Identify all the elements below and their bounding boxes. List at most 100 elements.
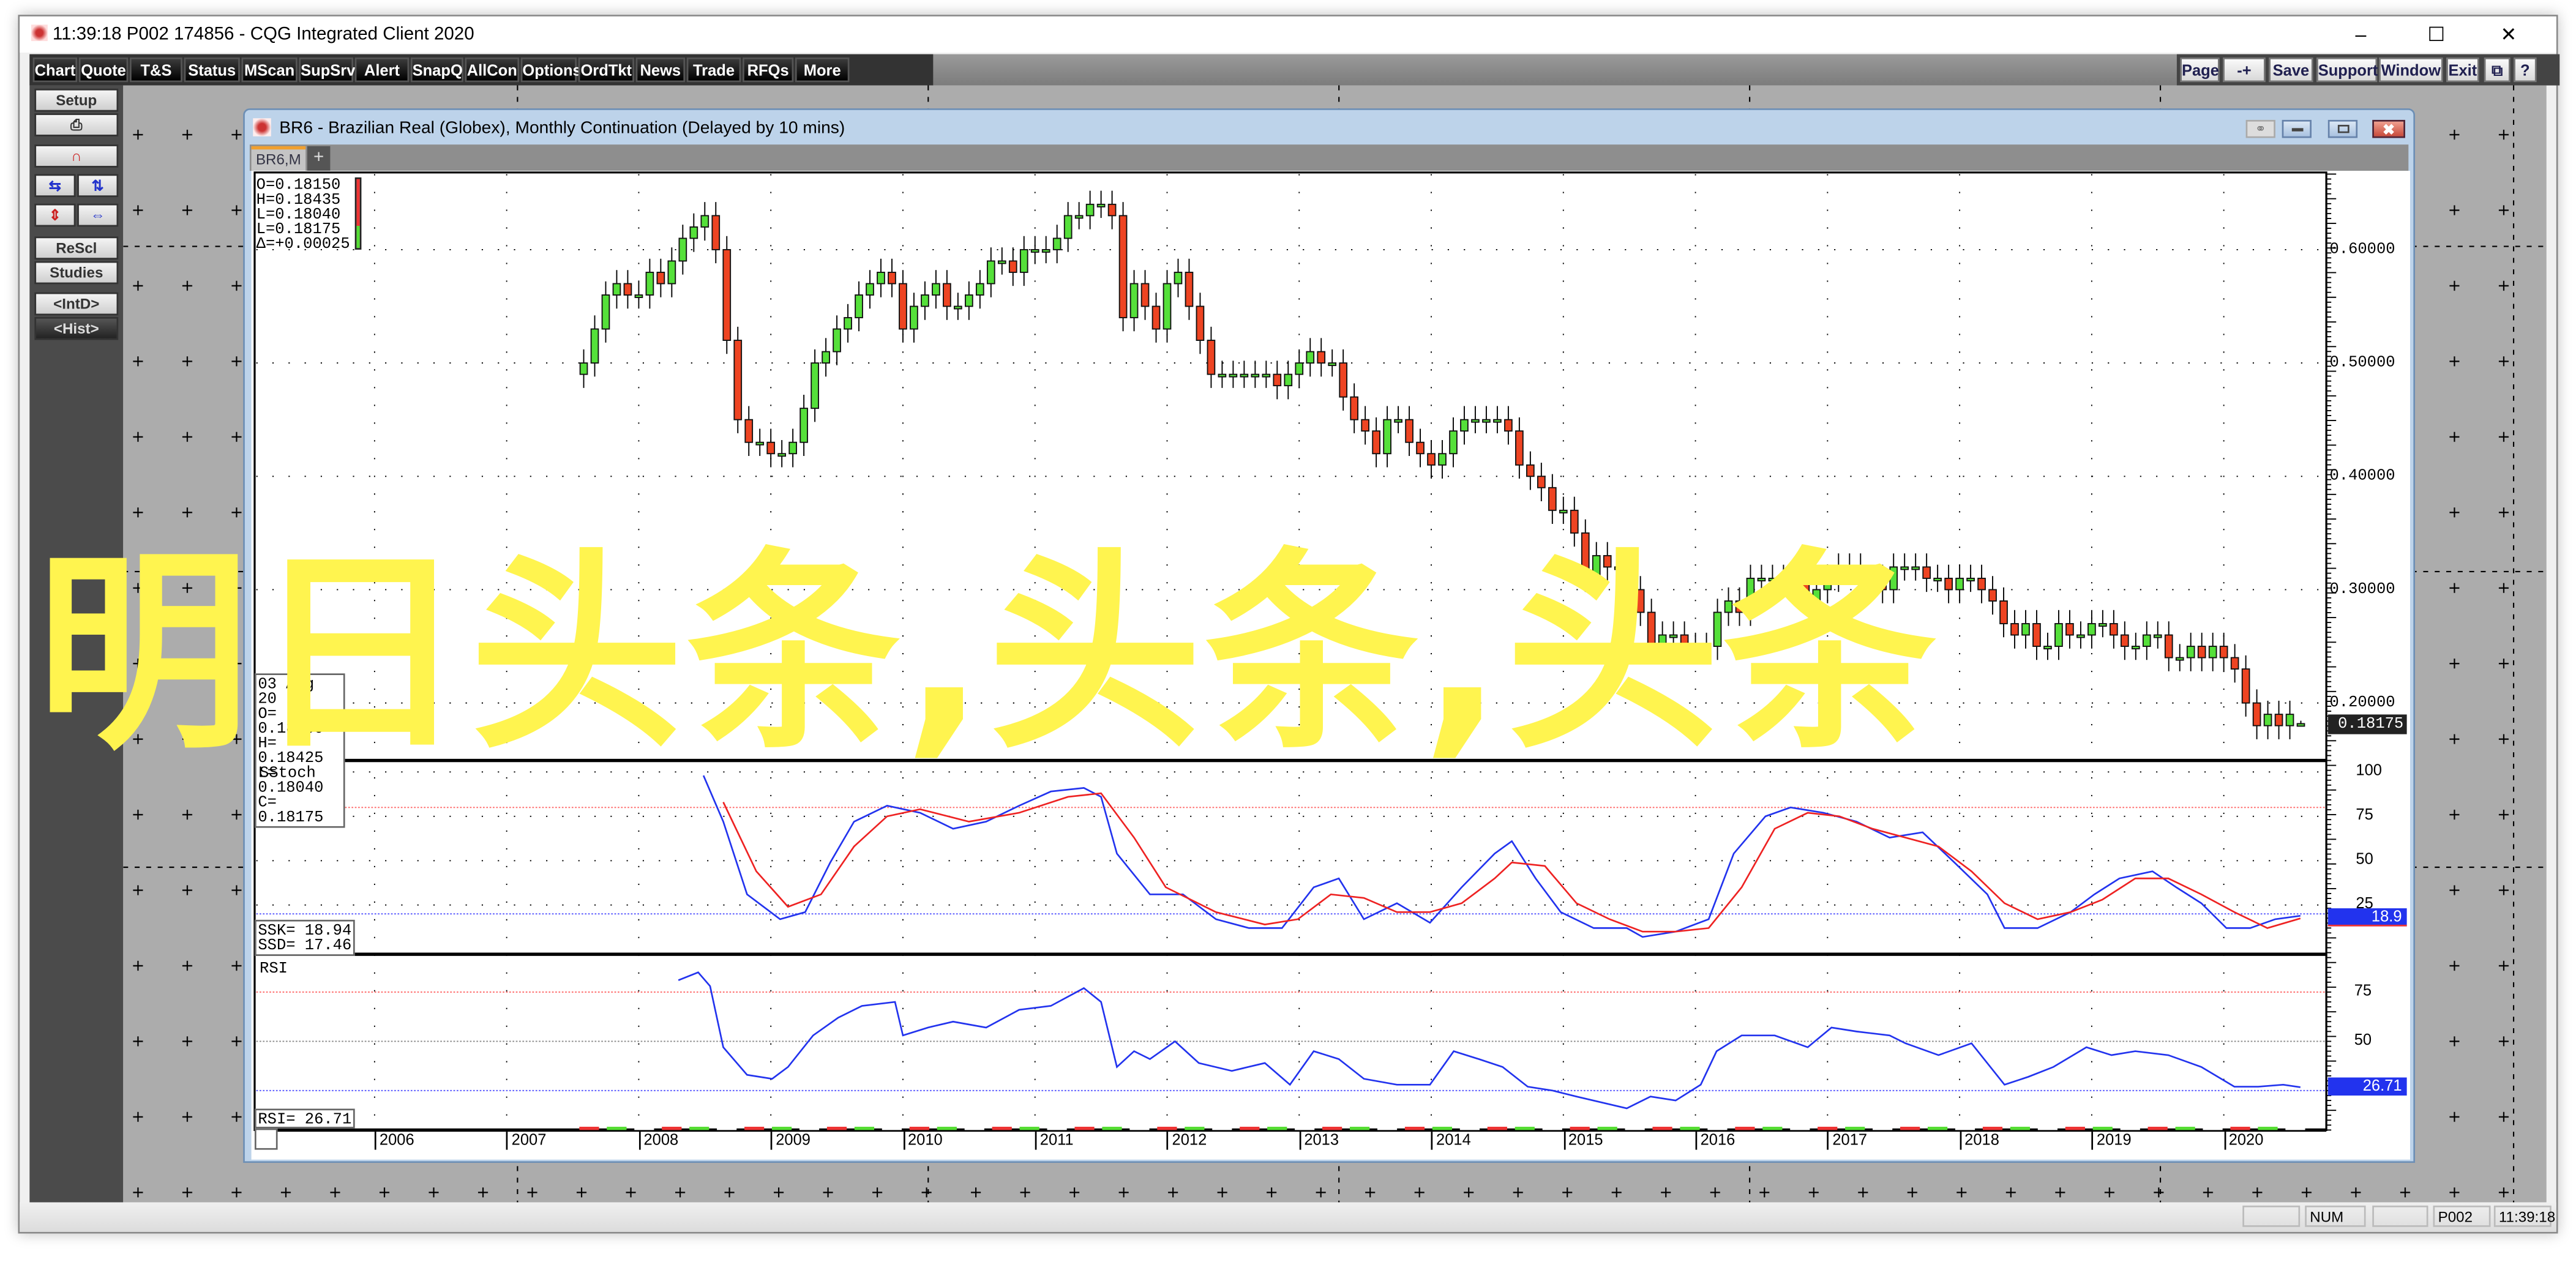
candle-body [997, 260, 1006, 264]
candle-body [623, 283, 632, 296]
candle-body [1922, 566, 1931, 579]
candle [1427, 440, 1436, 479]
rsi-legend: RSI= 26.71 [254, 1108, 355, 1129]
candle-body [1878, 577, 1887, 591]
candle-body [954, 305, 962, 310]
candle [1196, 293, 1205, 354]
candle-body [1262, 373, 1271, 378]
candle [2164, 621, 2173, 671]
stochastic-panel [702, 775, 2301, 938]
candle-body [1493, 419, 1502, 423]
time-scroll-handle[interactable] [254, 1128, 278, 1150]
menu-mscan-button[interactable]: MScan [241, 57, 298, 83]
candle-body [2252, 702, 2261, 726]
timeline-segment [1955, 1127, 1975, 1130]
candle [744, 406, 754, 456]
candle [2065, 610, 2074, 649]
timeline-segment [1927, 1127, 1948, 1130]
timeline-segment [1459, 1127, 1480, 1130]
status-page: P002 [2433, 1205, 2491, 1227]
candle [844, 304, 852, 343]
save-button[interactable]: Save [2269, 57, 2313, 83]
candle [877, 258, 885, 297]
candle-body [1405, 419, 1413, 443]
candle [1724, 587, 1733, 626]
year-tick-label: 2009 [771, 1132, 811, 1150]
menu-more-button[interactable]: More [795, 57, 850, 83]
candle-body [1328, 362, 1337, 367]
candle-body [700, 215, 710, 228]
candle-body [612, 283, 621, 296]
support-button[interactable]: Support [2316, 57, 2378, 83]
candle-body [1482, 419, 1491, 423]
candle [1900, 553, 1909, 581]
candle [1867, 564, 1876, 592]
candle [1911, 553, 1920, 581]
candle-body [766, 441, 776, 455]
timeline-segment [1349, 1127, 1370, 1130]
candle [2099, 610, 2107, 638]
last-price-label: 0.18175 [2327, 714, 2407, 734]
menu-ts-button[interactable]: T&S [130, 57, 182, 83]
candle [623, 270, 632, 309]
menu-options-button[interactable]: Options [520, 57, 582, 83]
candle [1041, 236, 1050, 264]
candle [899, 270, 907, 343]
candle [2131, 632, 2140, 660]
candle [2197, 632, 2206, 671]
timeline-segment [634, 1127, 654, 1130]
price-tick-label: 0.20000 [2329, 693, 2395, 712]
page-button[interactable]: Page [2180, 57, 2220, 83]
candle-body [1801, 577, 1810, 602]
bar-range-indicator [354, 177, 362, 250]
candle [1801, 564, 1810, 615]
candle [1581, 519, 1590, 592]
menu-news-button[interactable]: News [635, 57, 686, 83]
candle [1416, 428, 1425, 468]
year-tick-label: 2014 [1431, 1132, 1471, 1150]
timeline-segment [744, 1127, 765, 1130]
candle-body [1955, 577, 1964, 591]
candle [1779, 564, 1788, 592]
menu-allcon-button[interactable]: AllCon [465, 57, 520, 83]
year-tick-label: 2007 [506, 1132, 546, 1150]
candle-body [799, 408, 808, 443]
candle-body [1911, 566, 1920, 570]
candle [711, 202, 721, 264]
timeline-segment [1240, 1127, 1260, 1130]
candle [1812, 576, 1821, 615]
zoom-button[interactable]: -+ [2223, 57, 2266, 83]
menu-rfqs-button[interactable]: RFQs [743, 57, 794, 83]
help-button[interactable]: ? [2514, 57, 2537, 83]
exit-button[interactable]: Exit [2446, 57, 2479, 83]
menu-chart-button[interactable]: Chart [32, 57, 78, 83]
candle-body [1229, 373, 1238, 378]
year-tick-label: 2006 [374, 1132, 414, 1150]
stoch-study-label: SStoch [260, 763, 316, 782]
menu-supsrv-button[interactable]: SupSrv [299, 57, 355, 83]
timeline-segment [1818, 1127, 1838, 1130]
menu-trade-button[interactable]: Trade [686, 57, 741, 83]
stoch-tick-label: 100 [2356, 762, 2382, 780]
candle [678, 225, 687, 275]
menu-alert-button[interactable]: Alert [354, 57, 410, 83]
menu-snapq-button[interactable]: SnapQ [410, 57, 463, 83]
candle [788, 428, 797, 468]
rsi-tick-label: 50 [2354, 1031, 2372, 1050]
candle-body [1240, 373, 1249, 378]
restore-button[interactable]: ⧉ [2484, 57, 2510, 83]
candle-body [2142, 634, 2151, 647]
menu-ordtkt-button[interactable]: OrdTkt [578, 57, 634, 83]
window-button[interactable]: Window [2378, 57, 2443, 83]
menu-status-button[interactable]: Status [184, 57, 240, 83]
candle-body [877, 272, 885, 285]
candle [2175, 644, 2184, 671]
candle-body [1504, 419, 1513, 432]
menu-quote-button[interactable]: Quote [78, 57, 129, 83]
candle-body [1944, 577, 1953, 591]
candle [2263, 700, 2272, 739]
candle-body [811, 362, 819, 409]
candle-body [1812, 589, 1821, 602]
candle [1295, 349, 1304, 388]
candle [2153, 621, 2162, 649]
